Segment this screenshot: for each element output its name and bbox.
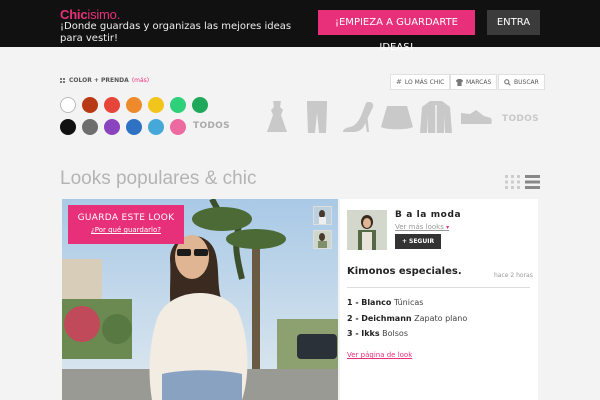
more-looks-link[interactable]: Ver más looks ▾ — [395, 223, 449, 231]
list-view-icon[interactable] — [525, 175, 540, 189]
item-brand: Ikks — [361, 329, 380, 338]
color-swatch[interactable] — [148, 97, 164, 113]
color-swatch[interactable] — [170, 119, 186, 135]
hash-icon: # — [396, 78, 402, 86]
all-categories-link[interactable]: TODOS — [502, 114, 539, 124]
logo[interactable]: Chicisimo. — [60, 7, 120, 22]
save-look-button[interactable]: GUARDA ESTE LOOK ¿Por qué guardarlo? — [68, 205, 184, 244]
color-swatch[interactable] — [126, 119, 142, 135]
brands-pill-label: MARCAS — [466, 78, 492, 86]
logo-text-chic: Chic — [60, 7, 88, 22]
item-number: 1 - — [347, 298, 359, 307]
search-pill[interactable]: BUSCAR — [498, 74, 545, 90]
shirt-icon — [456, 78, 463, 86]
skirt-icon[interactable] — [381, 106, 413, 130]
item-number: 3 - — [347, 329, 359, 338]
sneaker-icon[interactable] — [460, 109, 492, 125]
item-brand: Deichmann — [361, 314, 412, 323]
brands-pill[interactable]: MARCAS — [450, 74, 498, 90]
color-swatch[interactable] — [126, 97, 142, 113]
plus-icon: + — [401, 238, 407, 245]
photo-thumbnail-1[interactable] — [313, 206, 332, 225]
logo-text-isimo: isimo. — [87, 7, 121, 22]
avatar[interactable] — [347, 210, 387, 250]
why-save-link[interactable]: ¿Por qué guardarlo? — [68, 226, 184, 234]
login-button[interactable]: ENTRA — [487, 10, 540, 35]
list-item[interactable]: 1 - Blanco Túnicas — [347, 298, 423, 307]
item-garment: Túnicas — [393, 298, 424, 307]
color-swatch[interactable] — [148, 119, 164, 135]
avatar-image — [347, 210, 387, 250]
grid-icon — [60, 77, 66, 84]
grid-view-icon[interactable] — [505, 175, 520, 189]
color-swatch[interactable] — [104, 97, 120, 113]
color-swatch[interactable] — [82, 119, 98, 135]
look-page-link[interactable]: Ver página de look — [347, 351, 412, 359]
search-icon — [504, 78, 511, 86]
item-garment: Zapato plano — [414, 314, 468, 323]
color-swatch[interactable] — [170, 97, 186, 113]
chevron-down-icon: ▾ — [446, 224, 450, 231]
look-timestamp: hace 2 horas — [494, 272, 533, 279]
trending-pill[interactable]: # LO MÁS CHIC — [390, 74, 451, 90]
heels-icon[interactable] — [342, 102, 374, 132]
username[interactable]: B a la moda — [395, 210, 461, 220]
trending-pill-label: LO MÁS CHIC — [404, 78, 445, 86]
list-item[interactable]: 3 - Ikks Bolsos — [347, 329, 408, 338]
look-title: Kimonos especiales. — [347, 266, 462, 277]
thumbnail-image — [314, 231, 331, 248]
page-title: Looks populares & chic — [60, 168, 257, 189]
follow-label: SEGUIR — [409, 238, 435, 245]
item-brand: Blanco — [361, 298, 392, 307]
divider — [347, 287, 530, 288]
thumbnail-image — [314, 207, 331, 224]
pants-icon[interactable] — [306, 101, 328, 133]
top-header: Chicisimo. ¡Donde guardas y organizas la… — [0, 0, 600, 53]
item-number: 2 - — [347, 314, 359, 323]
more-looks-label: Ver más looks — [395, 223, 444, 231]
signup-button[interactable]: ¡EMPIEZA A GUARDARTE IDEAS! — [318, 10, 475, 53]
color-swatch[interactable] — [60, 97, 76, 113]
color-swatch[interactable] — [60, 119, 76, 135]
item-garment: Bolsos — [382, 329, 408, 338]
tagline: ¡Donde guardas y organizas las mejores i… — [60, 21, 292, 44]
all-colors-link[interactable]: TODOS — [193, 121, 230, 131]
filter-more-link[interactable]: (más) — [132, 77, 149, 84]
filter-title: COLOR + PRENDA (más) — [60, 77, 149, 84]
dress-icon[interactable] — [266, 101, 288, 133]
filter-title-label: COLOR + PRENDA — [69, 77, 129, 84]
follow-button[interactable]: + SEGUIR — [395, 234, 441, 249]
save-look-title: GUARDA ESTE LOOK — [77, 213, 175, 223]
list-item[interactable]: 2 - Deichmann Zapato plano — [347, 314, 467, 323]
color-swatch[interactable] — [192, 97, 208, 113]
color-swatch[interactable] — [82, 97, 98, 113]
search-pill-label: BUSCAR — [514, 78, 539, 86]
photo-thumbnail-2[interactable] — [313, 230, 332, 249]
color-swatch[interactable] — [104, 119, 120, 135]
jacket-icon[interactable] — [420, 101, 452, 133]
